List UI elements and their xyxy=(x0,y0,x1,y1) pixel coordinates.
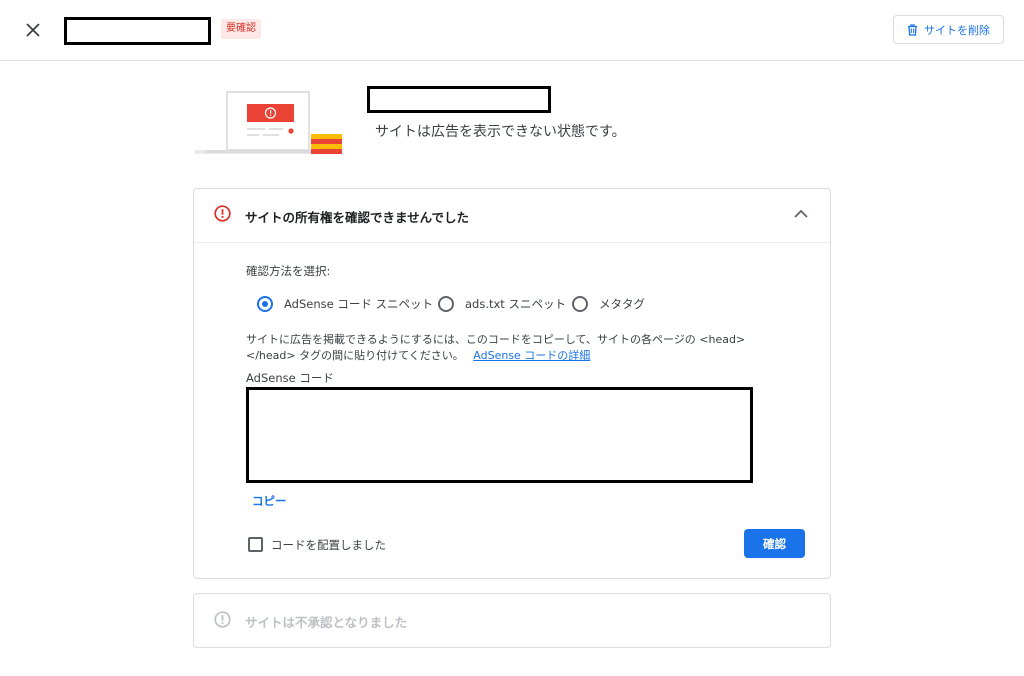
radio-adsense-snippet[interactable] xyxy=(257,296,273,312)
panel-divider xyxy=(194,242,830,243)
laptop-illustration xyxy=(195,91,342,154)
radio-meta-tag[interactable] xyxy=(572,296,588,312)
delete-site-button[interactable]: サイトを削除 xyxy=(893,15,1004,44)
chevron-up-icon[interactable] xyxy=(793,208,809,220)
radio-adsense-snippet-label[interactable]: AdSense コード スニペット xyxy=(284,296,433,312)
alert-icon xyxy=(214,611,231,628)
error-icon xyxy=(214,205,231,222)
site-status-text: サイトは広告を表示できない状態です。 xyxy=(375,124,626,140)
code-placed-checkbox[interactable] xyxy=(248,537,263,552)
delete-site-label: サイトを削除 xyxy=(924,23,990,37)
status-badge: 要確認 xyxy=(221,19,261,39)
radio-ads-txt[interactable] xyxy=(438,296,454,312)
instructions-line1: サイトに広告を掲載できるようにするには、このコードをコピーして、サイトの各ページ… xyxy=(246,333,746,346)
instructions-line2: </head> タグの間に貼り付けてください。 AdSense コードの詳細 xyxy=(246,347,590,363)
copy-button[interactable]: コピー xyxy=(252,493,287,509)
redacted-site-name xyxy=(64,17,211,45)
verify-panel-title: サイトの所有権を確認できませんでした xyxy=(245,210,470,225)
redacted-site-url xyxy=(367,86,551,113)
method-label: 確認方法を選択: xyxy=(246,264,331,278)
confirm-button[interactable]: 確認 xyxy=(744,529,805,558)
radio-ads-txt-label[interactable]: ads.txt スニペット xyxy=(465,296,566,312)
trash-icon xyxy=(908,23,917,36)
instructions-line2-text: </head> タグの間に貼り付けてください。 xyxy=(246,349,464,362)
close-icon xyxy=(26,23,40,37)
radio-meta-tag-label[interactable]: メタタグ xyxy=(599,296,645,312)
adsense-code-details-link[interactable]: AdSense コードの詳細 xyxy=(473,349,590,362)
close-button[interactable] xyxy=(20,18,46,42)
adsense-code-box[interactable] xyxy=(246,387,753,483)
adsense-code-label: AdSense コード xyxy=(246,371,334,385)
code-placed-label[interactable]: コードを配置しました xyxy=(271,537,386,553)
disapproved-panel-title: サイトは不承認となりました xyxy=(245,615,408,630)
